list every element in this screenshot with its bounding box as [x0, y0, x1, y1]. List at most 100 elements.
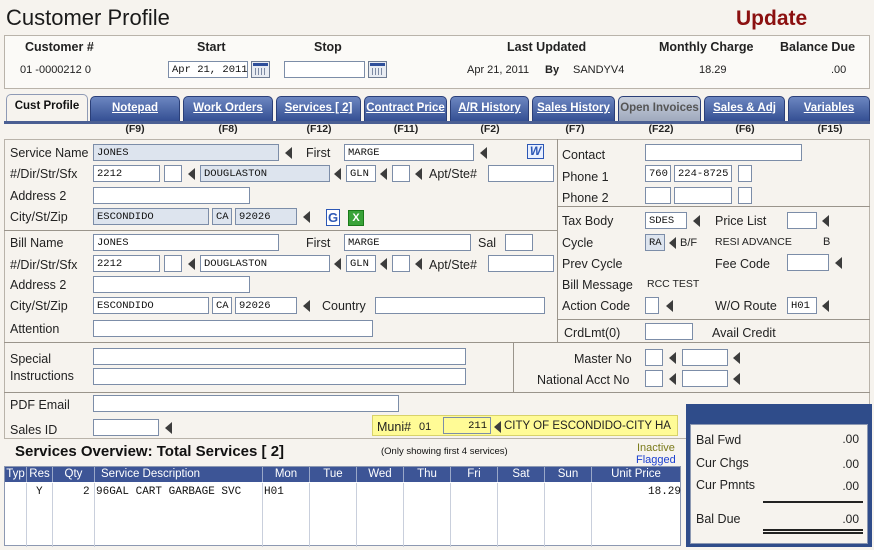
tab-ar-history[interactable]: A/R History: [450, 96, 529, 121]
stop-date-field[interactable]: [284, 61, 365, 78]
service-zip-field[interactable]: 92026: [235, 208, 297, 225]
arrow-left-icon[interactable]: [415, 258, 422, 270]
tab-notepad[interactable]: Notepad: [90, 96, 180, 121]
bill-extra-field[interactable]: [392, 255, 410, 272]
bill-dir-field[interactable]: [164, 255, 182, 272]
phone2-ext-field[interactable]: [738, 187, 752, 204]
master-no-field[interactable]: [645, 349, 663, 366]
phone2-number-field[interactable]: [674, 187, 732, 204]
tab-open-invoices[interactable]: Open Invoices: [618, 96, 701, 121]
bill-address2-field[interactable]: [93, 276, 250, 293]
arrow-left-icon[interactable]: [480, 147, 487, 159]
arrow-left-icon[interactable]: [822, 300, 829, 312]
google-map-icon[interactable]: G: [326, 209, 340, 226]
credit-limit-field[interactable]: [645, 323, 693, 340]
service-address2-field[interactable]: [93, 187, 250, 204]
bill-sal-field[interactable]: [505, 234, 533, 251]
wo-route-field[interactable]: H01: [787, 297, 817, 314]
muni-code-field[interactable]: 211: [443, 417, 491, 434]
arrow-left-icon[interactable]: [334, 258, 341, 270]
col-qty[interactable]: Qty: [53, 467, 95, 482]
cycle-field[interactable]: RA: [645, 234, 665, 251]
arrow-left-icon[interactable]: [415, 168, 422, 180]
arrow-left-icon[interactable]: [835, 257, 842, 269]
arrow-left-icon[interactable]: [188, 168, 195, 180]
service-apt-field[interactable]: [488, 165, 554, 182]
fee-code-field[interactable]: [787, 254, 829, 271]
price-list-field[interactable]: [787, 212, 817, 229]
service-extra-field[interactable]: [392, 165, 410, 182]
col-tue[interactable]: Tue: [310, 467, 357, 482]
tab-cust-profile[interactable]: Cust Profile: [6, 94, 88, 122]
tab-sales-history[interactable]: Sales History: [532, 96, 615, 121]
col-sun[interactable]: Sun: [545, 467, 592, 482]
arrow-left-icon[interactable]: [669, 352, 676, 364]
tab-variables[interactable]: Variables: [788, 96, 870, 121]
arrow-left-icon[interactable]: [303, 300, 310, 312]
contact-field[interactable]: [645, 144, 802, 161]
col-mon[interactable]: Mon: [263, 467, 310, 482]
excel-export-icon[interactable]: X: [348, 210, 364, 226]
sales-id-field[interactable]: [93, 419, 159, 436]
arrow-left-icon[interactable]: [285, 147, 292, 159]
phone1-number-field[interactable]: 224-8725: [674, 165, 732, 182]
tab-contract-price[interactable]: Contract Price: [364, 96, 447, 121]
attention-field[interactable]: [93, 320, 373, 337]
bill-zip-field[interactable]: 92026: [235, 297, 297, 314]
bill-country-field[interactable]: [375, 297, 545, 314]
tab-sales-adj[interactable]: Sales & Adj: [704, 96, 785, 121]
service-state-field[interactable]: CA: [212, 208, 232, 225]
bill-street-field[interactable]: DOUGLASTON: [200, 255, 330, 272]
col-service-description[interactable]: Service Description: [95, 467, 263, 482]
arrow-left-icon[interactable]: [733, 352, 740, 364]
arrow-left-icon[interactable]: [188, 258, 195, 270]
master-no-extra-field[interactable]: [682, 349, 728, 366]
col-res[interactable]: Res: [27, 467, 53, 482]
col-wed[interactable]: Wed: [357, 467, 404, 482]
bill-sfx-field[interactable]: GLN: [346, 255, 376, 272]
pdf-email-field[interactable]: [93, 395, 399, 412]
arrow-left-icon[interactable]: [669, 373, 676, 385]
service-name-field[interactable]: JONES: [93, 144, 279, 161]
arrow-left-icon[interactable]: [494, 421, 501, 433]
arrow-left-icon[interactable]: [380, 258, 387, 270]
col-fri[interactable]: Fri: [451, 467, 498, 482]
service-dir-field[interactable]: [164, 165, 182, 182]
arrow-left-icon[interactable]: [733, 373, 740, 385]
service-number-field[interactable]: 2212: [93, 165, 160, 182]
bill-city-field[interactable]: ESCONDIDO: [93, 297, 209, 314]
stop-calendar-icon[interactable]: [368, 61, 387, 78]
arrow-left-icon[interactable]: [822, 215, 829, 227]
col-unit-price[interactable]: Unit Price: [592, 467, 680, 482]
arrow-left-icon[interactable]: [334, 168, 341, 180]
service-street-field[interactable]: DOUGLASTON: [200, 165, 330, 182]
national-acct-field[interactable]: [645, 370, 663, 387]
tab-work-orders[interactable]: Work Orders: [183, 96, 273, 121]
bill-number-field[interactable]: 2212: [93, 255, 160, 272]
arrow-left-icon[interactable]: [669, 237, 676, 249]
col-sat[interactable]: Sat: [498, 467, 545, 482]
arrow-left-icon[interactable]: [666, 300, 673, 312]
bill-state-field[interactable]: CA: [212, 297, 232, 314]
special-instructions-line1[interactable]: [93, 348, 466, 365]
phone1-ext-field[interactable]: [738, 165, 752, 182]
arrow-left-icon[interactable]: [693, 215, 700, 227]
service-first-field[interactable]: MARGE: [344, 144, 474, 161]
service-city-field[interactable]: ESCONDIDO: [93, 208, 209, 225]
tax-body-field[interactable]: SDES: [645, 212, 687, 229]
arrow-left-icon[interactable]: [303, 211, 310, 223]
phone2-area-field[interactable]: [645, 187, 671, 204]
phone1-area-field[interactable]: 760: [645, 165, 671, 182]
col-thu[interactable]: Thu: [404, 467, 451, 482]
arrow-left-icon[interactable]: [165, 422, 172, 434]
bill-name-field[interactable]: JONES: [93, 234, 279, 251]
bill-first-field[interactable]: MARGE: [344, 234, 471, 251]
bpm-icon[interactable]: W: [527, 144, 544, 159]
service-sfx-field[interactable]: GLN: [346, 165, 376, 182]
tab-services[interactable]: Services [ 2]: [276, 96, 361, 121]
start-date-field[interactable]: Apr 21, 2011: [168, 61, 248, 78]
arrow-left-icon[interactable]: [380, 168, 387, 180]
bill-apt-field[interactable]: [488, 255, 554, 272]
action-code-field[interactable]: [645, 297, 659, 314]
special-instructions-line2[interactable]: [93, 368, 466, 385]
